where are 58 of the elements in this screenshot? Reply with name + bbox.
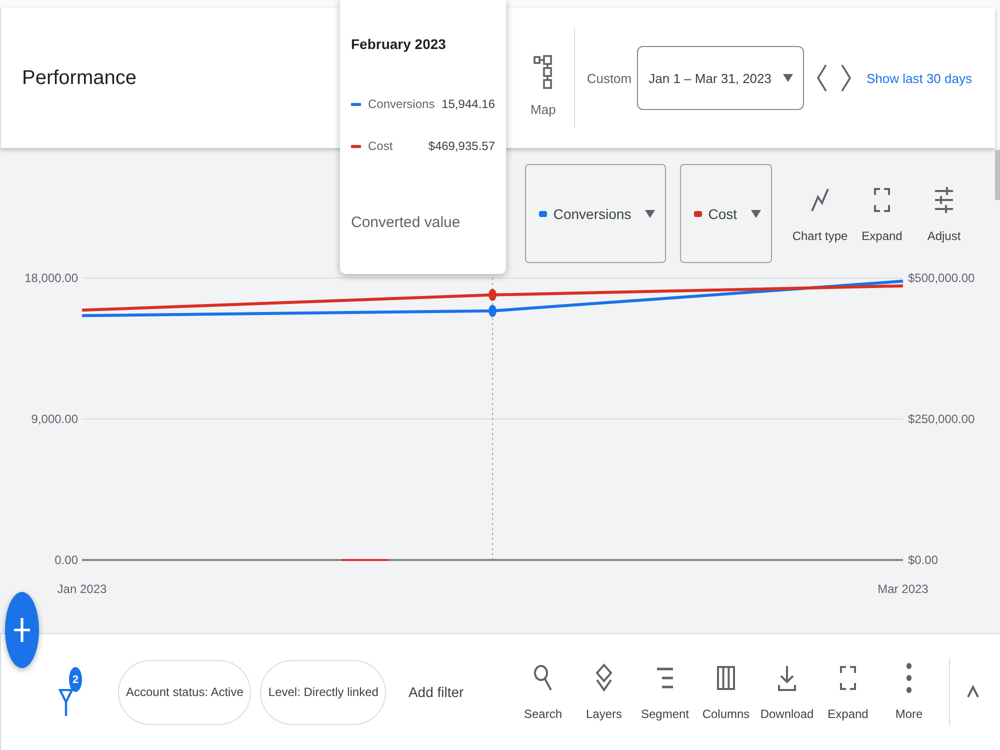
tree-diagram-icon [533, 54, 554, 90]
collapse-button[interactable] [966, 685, 980, 699]
axis-label: 9,000.00 [31, 412, 78, 426]
download-button[interactable]: Download [759, 663, 815, 721]
caret-up-icon [966, 685, 980, 699]
tooltip-metric-name: Conversions [368, 97, 435, 111]
layers-button[interactable]: Layers [576, 663, 632, 721]
axis-label: Mar 2023 [878, 582, 928, 596]
axis-label: 18,000.00 [24, 271, 78, 285]
show-last-30-days-link[interactable]: Show last 30 days [866, 70, 972, 86]
filter-chip[interactable]: Level: Directly linked [260, 660, 386, 724]
axis-label: Jan 2023 [57, 582, 107, 596]
chevron-left-icon [816, 63, 828, 93]
layers-icon [593, 663, 615, 693]
download-icon [776, 663, 798, 693]
previous-period-button[interactable] [816, 63, 828, 93]
date-range-label: Custom [586, 70, 632, 86]
expand-button[interactable]: Expand [820, 663, 876, 721]
tune-icon [933, 184, 955, 214]
tooltip-metric-name: Cost [368, 139, 393, 153]
tooltip-metric-value: $469,935.57 [428, 139, 495, 153]
scrollbar-thumb[interactable] [995, 150, 1000, 200]
data-point [488, 288, 496, 301]
search-button[interactable]: Search [515, 663, 571, 721]
caret-down-icon [783, 74, 794, 82]
tooltip-metric-value: 15,944.16 [442, 97, 495, 111]
more-icon [906, 663, 912, 693]
caret-down-icon [751, 210, 761, 218]
adjust-button[interactable]: Adjust [916, 164, 972, 263]
caret-down-icon [645, 210, 656, 218]
tooltip-title: February 2023 [351, 35, 447, 54]
plus-icon [13, 617, 31, 643]
next-period-button[interactable] [840, 63, 852, 93]
axis-label: $250,000.00 [908, 412, 975, 426]
columns-button[interactable]: Columns [698, 663, 754, 721]
axis-label: 0.00 [54, 553, 78, 567]
tooltip-footer: Converted value [351, 214, 495, 232]
filter-chip[interactable]: Account status: Active [118, 660, 252, 724]
data-point [488, 304, 496, 317]
chevron-right-icon [840, 63, 852, 93]
expand-icon [837, 663, 859, 693]
date-range-dropdown[interactable]: Jan 1 – Mar 31, 2023 [636, 46, 804, 110]
expand-button[interactable]: Expand [854, 164, 910, 263]
filter-icon[interactable] [58, 689, 74, 717]
segment-button[interactable]: Segment [637, 663, 693, 721]
add-filter-button[interactable]: Add filter [408, 684, 464, 700]
axis-label: $500,000.00 [908, 271, 975, 285]
map-button[interactable]: Map [530, 54, 556, 116]
chart-type-button[interactable]: Chart type [792, 164, 848, 263]
filter-count-badge: 2 [69, 667, 82, 692]
metric-dropdown[interactable]: Cost [680, 164, 772, 263]
search-icon [532, 663, 554, 693]
metric-dropdown[interactable]: Conversions [525, 164, 666, 263]
columns-icon [715, 663, 737, 693]
axis-label: $0.00 [908, 553, 938, 567]
more-button[interactable]: More [881, 663, 937, 721]
baseline-segment [342, 559, 388, 561]
page-title: Performance [22, 66, 136, 90]
